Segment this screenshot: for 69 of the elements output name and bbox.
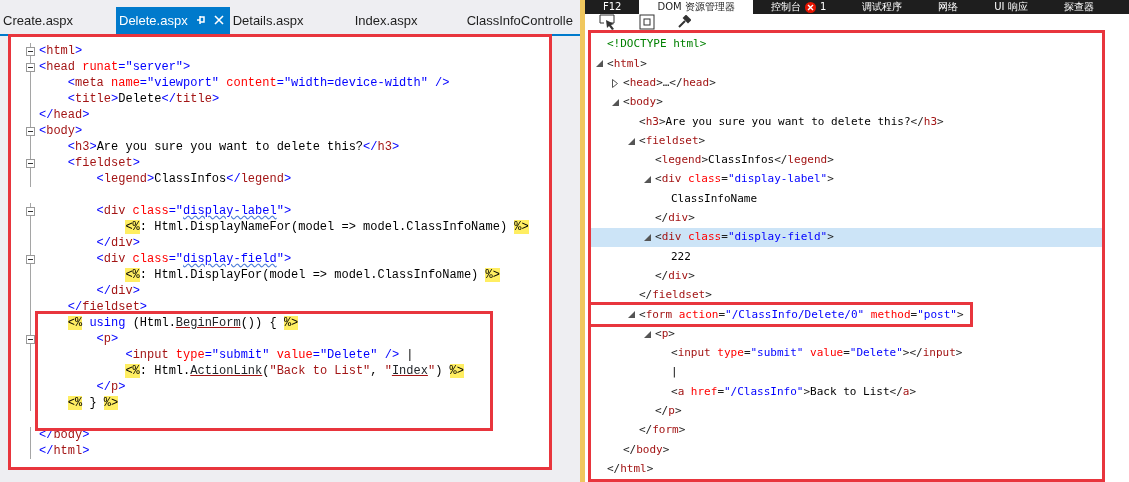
dom-node[interactable]: <div class="display-field"> <box>591 227 1102 248</box>
expanded-triangle-icon[interactable] <box>595 60 603 68</box>
dom-node[interactable]: <head>…</head> <box>591 73 1102 93</box>
dom-node[interactable]: <html> <box>591 54 1102 74</box>
editor-tab[interactable]: Create.aspx <box>0 7 116 34</box>
closing-tag: </p> <box>591 401 1102 421</box>
dom-node[interactable]: <fieldset> <box>591 131 1102 151</box>
code-line: <meta name="viewport" content="width=device-width" /> <box>66 75 451 91</box>
collapsed-triangle-icon[interactable] <box>612 78 618 88</box>
devtools-tab[interactable]: 调试程序 <box>844 0 921 14</box>
editor-tab[interactable]: ClassInfoControlle <box>463 7 577 34</box>
dom-node[interactable]: <legend>ClassInfos</legend> <box>591 150 1102 171</box>
code-line: <h3>Are you sure you want to delete this?</h3> <box>66 139 401 155</box>
dom-node[interactable]: <!DOCTYPE html> <box>591 35 1102 55</box>
closing-tag: </form> <box>591 420 1102 441</box>
code-line: <div class="display-field"> <box>95 251 293 267</box>
closing-tag: </div> <box>591 208 1102 228</box>
closing-tag: </html> <box>591 459 1102 479</box>
devtools-tab[interactable]: 控制台 1 <box>752 0 845 14</box>
code-line: <%: Html.DisplayFor(model => model.ClassInfoName) %> <box>124 267 501 283</box>
code-line: <input type="submit" value="Delete" /> | <box>124 347 415 363</box>
box-model-icon[interactable] <box>639 14 655 30</box>
dom-node[interactable]: 222 <box>591 247 1102 267</box>
code-line: </div> <box>95 283 141 299</box>
dom-node[interactable]: <div class="display-label"> <box>591 170 1102 190</box>
code-line: <legend>ClassInfos</legend> <box>95 171 293 187</box>
code-line: </head> <box>39 107 91 123</box>
code-line: <div class="display-label"> <box>95 203 293 219</box>
expanded-triangle-icon[interactable] <box>611 99 619 107</box>
expanded-triangle-icon[interactable] <box>643 176 651 184</box>
editor-tab[interactable]: Delete.aspx <box>116 7 230 34</box>
error-count: 1 <box>819 0 827 14</box>
code-line: <html> <box>39 43 84 59</box>
code-line: <title>Delete</title> <box>66 91 221 107</box>
expanded-triangle-icon[interactable] <box>643 234 651 242</box>
code-line: <%: Html.DisplayNameFor(model => model.ClassInfoName) %> <box>124 219 529 235</box>
closing-tag: </fieldset> <box>591 285 1102 306</box>
close-icon[interactable] <box>213 15 224 25</box>
devtools-tab[interactable]: 网络 <box>920 0 977 14</box>
dom-node[interactable]: ClassInfoName <box>591 189 1102 209</box>
devtools-tab[interactable]: F12 <box>585 0 640 14</box>
devtools-tab[interactable]: DOM 资源管理器 <box>639 0 753 14</box>
expanded-triangle-icon[interactable] <box>643 330 651 338</box>
code-line: <% using (Html.BeginForm()) { %> <box>66 315 300 331</box>
closing-tag: </body> <box>591 440 1102 460</box>
editor-tab[interactable]: Index.aspx <box>351 7 464 34</box>
dom-node[interactable]: <h3>Are you sure you want to delete this?</h3> <box>591 112 1102 132</box>
dom-node[interactable]: | <box>591 363 1102 383</box>
devtools-tab[interactable]: 探查器 <box>1045 0 1112 14</box>
code-line: <body> <box>39 123 84 139</box>
pin-icon[interactable] <box>195 13 206 27</box>
dom-node[interactable]: <a href="/ClassInfo">Back to List</a> <box>591 382 1102 402</box>
code-line: <p> <box>95 331 120 347</box>
code-line: <head runat="server"> <box>39 59 192 75</box>
dom-node[interactable]: <form action="/ClassInfo/Delete/0" method="post"> <box>591 305 970 325</box>
devtools-tab[interactable]: UI 响应 <box>976 0 1046 14</box>
expanded-triangle-icon[interactable] <box>627 311 635 319</box>
expanded-triangle-icon[interactable] <box>627 137 635 145</box>
select-element-icon[interactable] <box>599 14 617 30</box>
editor-tab[interactable]: Details.aspx <box>229 7 352 34</box>
code-line: <fieldset> <box>66 155 141 171</box>
dom-node[interactable]: <input type="submit" value="Delete"></input> <box>591 343 1102 364</box>
code-line: </p> <box>95 379 127 395</box>
code-line: </div> <box>95 235 141 251</box>
dom-node[interactable]: <body> <box>591 92 1102 113</box>
code-line: </html> <box>39 443 91 459</box>
closing-tag: </div> <box>591 266 1102 286</box>
code-line: </fieldset> <box>66 299 149 315</box>
dom-node[interactable]: <p> <box>591 324 1102 344</box>
